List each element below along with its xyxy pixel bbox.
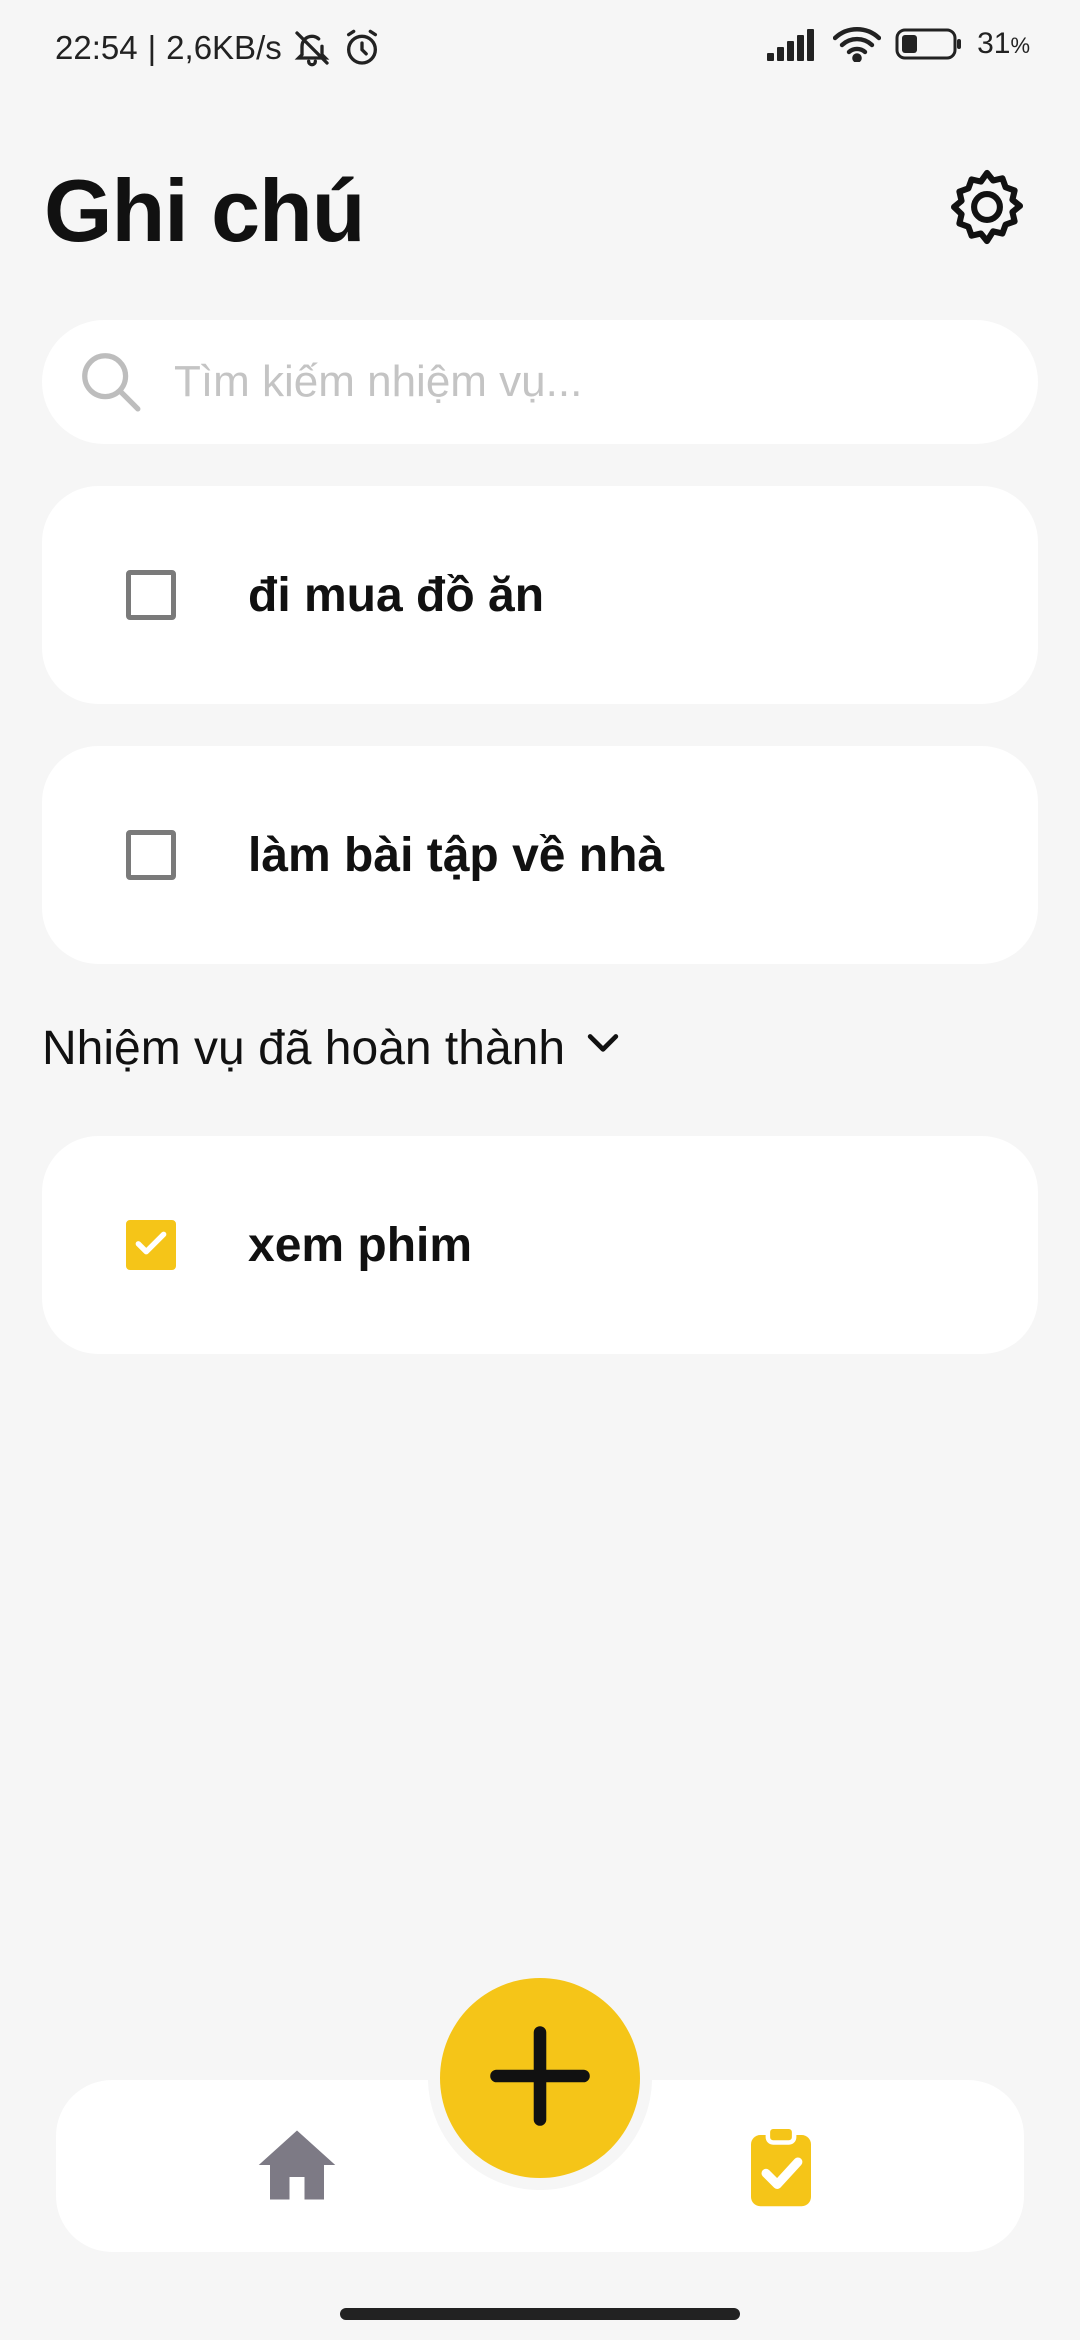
bell-muted-icon [292,28,332,68]
battery-percent: 31% [977,27,1030,60]
screen: 22:54 | 2,6KB/s 31% Ghi chú Tìm kiếm nhi… [0,0,1080,2340]
home-indicator[interactable] [340,2308,740,2320]
page-title: Ghi chú [44,161,366,260]
task-checkbox[interactable] [126,830,176,880]
status-bar: 22:54 | 2,6KB/s 31% [0,0,1080,96]
task-card[interactable]: đi mua đồ ăn [42,486,1038,704]
status-left: 22:54 | 2,6KB/s [55,28,382,68]
alarm-icon [342,28,382,68]
task-label: đi mua đồ ăn [248,568,545,622]
task-checkbox-checked[interactable] [126,1220,176,1270]
signal-icon [767,27,819,61]
wifi-icon [833,26,882,62]
status-right: 31% [767,26,1030,62]
network-speed: 2,6KB/s [166,29,282,66]
plus-icon [482,2018,598,2139]
clipboard-check-icon [736,2124,826,2214]
status-separator: | [147,29,157,66]
search-input[interactable] [172,356,976,408]
clock: 22:54 [55,29,138,66]
battery-icon [895,27,963,61]
completed-task-card[interactable]: xem phim [42,1136,1038,1354]
gear-icon [944,169,1030,254]
nav-tasks-button[interactable] [736,2120,826,2210]
chevron-down-icon [581,1020,625,1076]
settings-button[interactable] [944,164,1030,250]
search-bar[interactable] [42,320,1038,444]
add-task-button[interactable] [440,1978,640,2178]
checkmark-icon [132,1224,170,1267]
completed-section-toggle[interactable]: Nhiệm vụ đã hoàn thành [42,1020,625,1076]
task-checkbox[interactable] [126,570,176,620]
task-card[interactable]: làm bài tập về nhà [42,746,1038,964]
home-icon [252,2130,342,2214]
completed-section-label: Nhiệm vụ đã hoàn thành [42,1021,566,1075]
search-icon [76,347,146,417]
task-label: xem phim [248,1218,473,1272]
nav-home-button[interactable] [252,2120,342,2210]
task-label: làm bài tập về nhà [248,828,665,882]
